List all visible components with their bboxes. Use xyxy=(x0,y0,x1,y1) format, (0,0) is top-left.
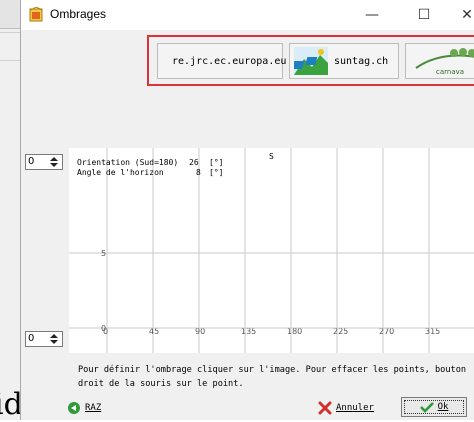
south-marker: S xyxy=(269,152,274,161)
carnaval-link-button[interactable]: carnava xyxy=(405,43,474,79)
carnaval-logo-icon: carnava xyxy=(415,48,474,76)
spinner-arrows-icon[interactable] xyxy=(47,156,61,168)
suntag-link-button[interactable]: suntag.ch xyxy=(289,43,399,79)
y-tick-label: 0 xyxy=(101,324,106,333)
suntag-logo-icon xyxy=(294,47,328,75)
links-panel: re.jrc.ec.europa.eu suntag.ch carnava xyxy=(147,35,474,86)
minimize-button[interactable]: — xyxy=(354,0,390,30)
title-bar: Ombrages — ☐ ✕ xyxy=(21,0,474,30)
close-button[interactable]: ✕ xyxy=(449,0,474,30)
bottom-angle-spinner[interactable]: 0 xyxy=(25,331,63,347)
window-title: Ombrages xyxy=(50,7,107,21)
app-icon xyxy=(29,7,43,22)
background-toolbar xyxy=(0,0,20,29)
top-spinner-value: 0 xyxy=(28,156,35,167)
carnaval-link-label: carnava xyxy=(436,68,464,76)
background-divider xyxy=(0,60,20,61)
suntag-link-label: suntag.ch xyxy=(334,55,389,67)
cancel-label: Annuler xyxy=(336,403,374,413)
reset-icon xyxy=(68,402,80,414)
raz-label: RAZ xyxy=(85,403,102,413)
horizon-label: Angle de l'horizon xyxy=(77,168,164,177)
ombrages-dialog: Ombrages — ☐ ✕ re.jrc.ec.europa.eu sunta… xyxy=(20,0,474,420)
horizon-value: 8 xyxy=(196,168,201,177)
focus-outline xyxy=(404,400,464,414)
cancel-x-icon xyxy=(318,401,332,415)
jrc-link-label: re.jrc.ec.europa.eu xyxy=(172,55,287,67)
spinner-arrows-icon[interactable] xyxy=(47,333,61,345)
horizon-chart[interactable]: 0 45 90 135 180 225 270 315 5 0 Orientation (Sud=… xyxy=(69,148,474,353)
jrc-link-button[interactable]: re.jrc.ec.europa.eu xyxy=(157,43,287,79)
background-divider xyxy=(0,32,20,33)
bottom-spinner-value: 0 xyxy=(28,333,35,344)
orientation-unit: [°] xyxy=(209,158,224,167)
y-tick-label: 5 xyxy=(101,249,106,258)
hint-text: Pour définir l'ombrage cliquer sur l'ima… xyxy=(78,365,467,389)
ok-button[interactable]: Ok xyxy=(401,397,467,417)
cancel-button[interactable]: Annuler xyxy=(318,399,374,417)
background-window xyxy=(0,0,21,420)
orientation-value: 26 xyxy=(189,158,199,167)
horizon-unit: [°] xyxy=(209,168,224,177)
top-angle-spinner[interactable]: 0 xyxy=(25,154,63,170)
raz-button[interactable]: RAZ xyxy=(67,399,101,417)
horizon-chart-svg[interactable]: 0 45 90 135 180 225 270 31550 xyxy=(69,148,474,353)
orientation-label: Orientation (Sud=180) xyxy=(77,158,179,167)
maximize-button[interactable]: ☐ xyxy=(406,0,442,30)
